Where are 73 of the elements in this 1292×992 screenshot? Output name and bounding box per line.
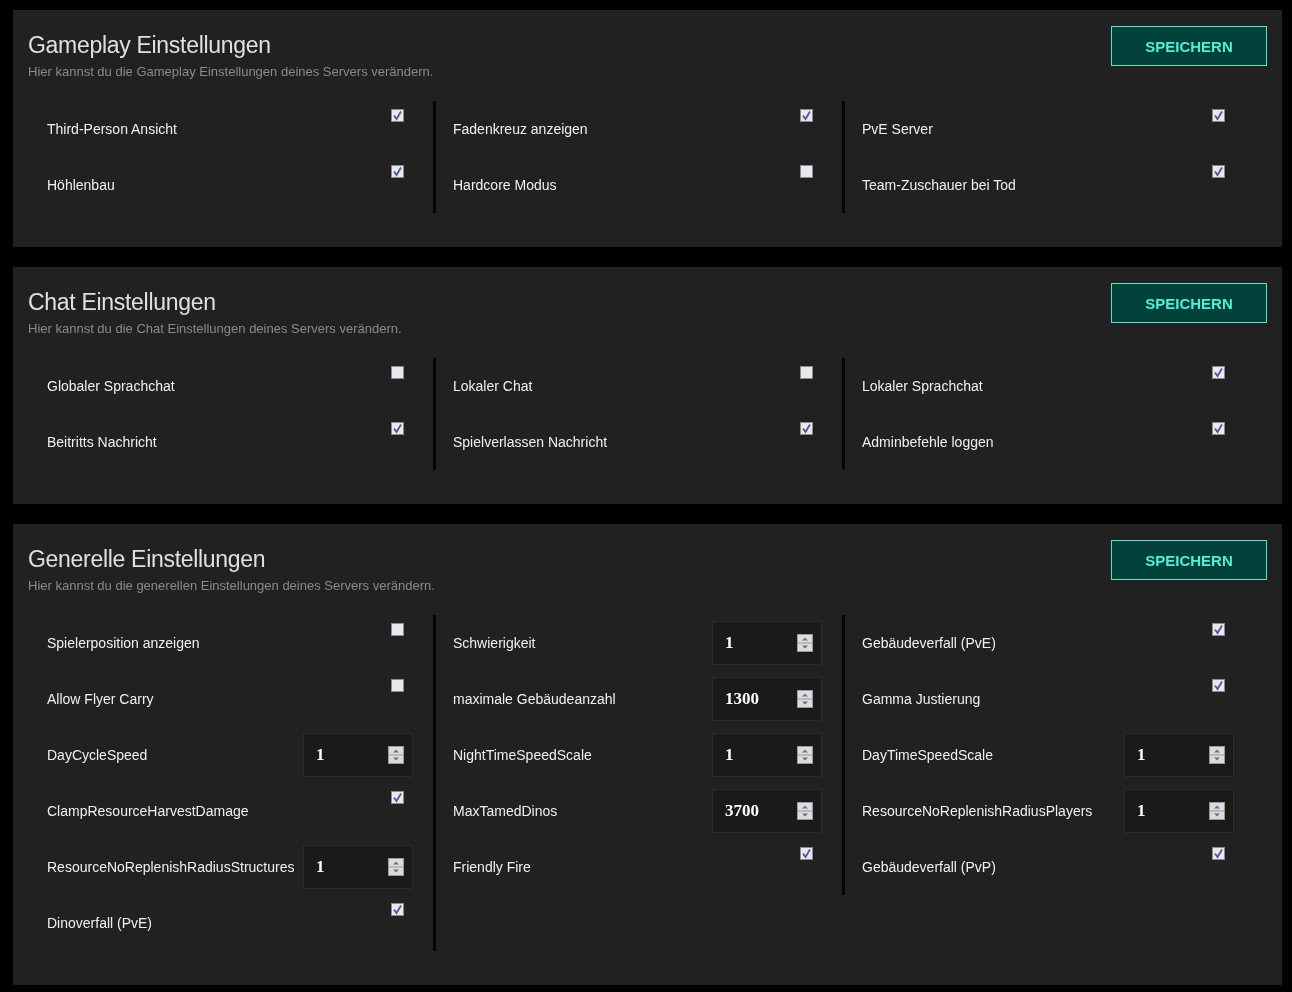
number-field[interactable]: 1: [1124, 733, 1234, 777]
checkbox[interactable]: [1212, 165, 1225, 178]
number-field[interactable]: 1: [1124, 789, 1234, 833]
section-description: Hier kannst du die Chat Einstellungen deines Servers verändern.: [28, 321, 402, 336]
checkbox[interactable]: [1212, 366, 1225, 379]
spinner-arrows-icon[interactable]: [1209, 746, 1225, 764]
number-field[interactable]: 1300: [712, 677, 822, 721]
setting-label: Third-Person Ansicht: [47, 121, 177, 137]
setting-label: maximale Gebäudeanzahl: [453, 691, 616, 707]
setting-label: ClampResourceHarvestDamage: [47, 803, 249, 819]
setting-label: DayTimeSpeedScale: [862, 747, 993, 763]
checkbox[interactable]: [800, 366, 813, 379]
setting-label: Lokaler Chat: [453, 378, 533, 394]
number-field[interactable]: 3700: [712, 789, 822, 833]
setting-label: Schwierigkeit: [453, 635, 536, 651]
checkbox[interactable]: [800, 165, 813, 178]
spinner-arrows-icon[interactable]: [797, 690, 813, 708]
checkbox[interactable]: [1212, 847, 1225, 860]
setting-label: Höhlenbau: [47, 177, 115, 193]
checkbox[interactable]: [800, 109, 813, 122]
setting-label: MaxTamedDinos: [453, 803, 558, 819]
checkbox[interactable]: [1212, 109, 1225, 122]
checkbox[interactable]: [391, 791, 404, 804]
checkbox[interactable]: [391, 165, 404, 178]
setting-label: Adminbefehle loggen: [862, 434, 994, 450]
checkbox[interactable]: [391, 422, 404, 435]
checkbox[interactable]: [391, 366, 404, 379]
number-field[interactable]: 1: [303, 845, 413, 889]
setting-label: Allow Flyer Carry: [47, 691, 154, 707]
spinner-arrows-icon[interactable]: [1209, 802, 1225, 820]
setting-label: Friendly Fire: [453, 859, 531, 875]
setting-label: Team-Zuschauer bei Tod: [862, 177, 1016, 193]
checkbox[interactable]: [391, 903, 404, 916]
setting-label: Hardcore Modus: [453, 177, 557, 193]
setting-label: Spielerposition anzeigen: [47, 635, 200, 651]
section-title: Chat Einstellungen: [28, 289, 217, 315]
checkbox[interactable]: [1212, 623, 1225, 636]
checkbox[interactable]: [800, 422, 813, 435]
number-field[interactable]: 1: [712, 733, 822, 777]
spinner-arrows-icon[interactable]: [388, 746, 404, 764]
spinner-arrows-icon[interactable]: [797, 634, 813, 652]
checkbox[interactable]: [1212, 679, 1225, 692]
setting-label: Gamma Justierung: [862, 691, 981, 707]
section-title: Generelle Einstellungen: [28, 546, 267, 572]
section-title: Gameplay Einstellungen: [28, 32, 272, 58]
setting-label: Fadenkreuz anzeigen: [453, 121, 588, 137]
setting-label: NightTimeSpeedScale: [453, 747, 592, 763]
spinner-arrows-icon[interactable]: [388, 858, 404, 876]
setting-label: ResourceNoReplenishRadiusPlayers: [862, 803, 1093, 819]
setting-label: Spielverlassen Nachricht: [453, 434, 608, 450]
setting-label: Gebäudeverfall (PvE): [862, 635, 996, 651]
checkbox[interactable]: [800, 847, 813, 860]
checkbox[interactable]: [391, 109, 404, 122]
setting-label: DayCycleSpeed: [47, 747, 148, 763]
checkbox[interactable]: [391, 623, 404, 636]
checkbox[interactable]: [1212, 422, 1225, 435]
setting-label: Beitritts Nachricht: [47, 434, 157, 450]
spinner-arrows-icon[interactable]: [797, 802, 813, 820]
save-button[interactable]: SPEICHERN: [1111, 540, 1267, 580]
setting-label: PvE Server: [862, 121, 933, 137]
save-button[interactable]: SPEICHERN: [1111, 26, 1267, 66]
setting-label: Gebäudeverfall (PvP): [862, 859, 996, 875]
setting-label: Globaler Sprachchat: [47, 378, 175, 394]
setting-label: ResourceNoReplenishRadiusStructures: [47, 859, 295, 875]
number-field[interactable]: 1: [303, 733, 413, 777]
setting-label: Dinoverfall (PvE): [47, 915, 153, 931]
number-field[interactable]: 1: [712, 621, 822, 665]
section-description: Hier kannst du die Gameplay Einstellungen deines Servers verändern.: [28, 64, 434, 79]
section-description: Hier kannst du die generellen Einstellungen deines Servers verändern.: [28, 578, 435, 593]
spinner-arrows-icon[interactable]: [797, 746, 813, 764]
setting-label: Lokaler Sprachchat: [862, 378, 983, 394]
save-button[interactable]: SPEICHERN: [1111, 283, 1267, 323]
checkbox[interactable]: [391, 679, 404, 692]
